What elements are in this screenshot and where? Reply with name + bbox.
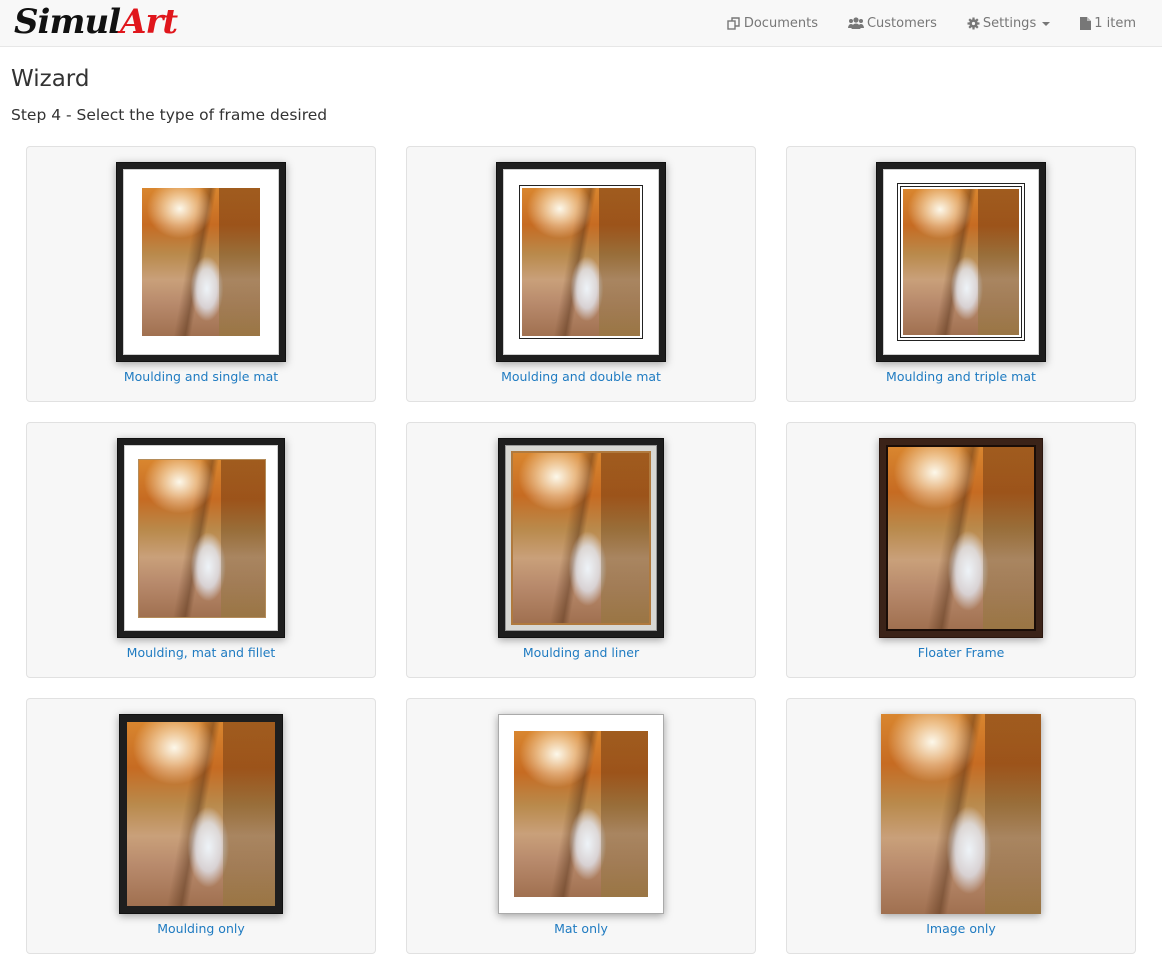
step-title: Step 4 - Select the type of frame desire… bbox=[11, 106, 328, 124]
brand-logo-part2: Art bbox=[120, 2, 178, 42]
photo bbox=[522, 188, 640, 336]
frame-option-triple-mat[interactable]: Moulding and triple mat bbox=[786, 146, 1136, 402]
frame-option-single-mat[interactable]: Moulding and single mat bbox=[26, 146, 376, 402]
nav-documents-label: Documents bbox=[743, 15, 818, 31]
nav-menu: Documents Customers Settings 1 item bbox=[712, 0, 1162, 46]
photo bbox=[513, 453, 649, 623]
photo bbox=[127, 722, 275, 906]
file-icon bbox=[1080, 16, 1092, 30]
frame-option-liner[interactable]: Moulding and liner bbox=[406, 422, 756, 678]
frame-option-label[interactable]: Moulding only bbox=[27, 921, 375, 936]
frame-option-label[interactable]: Floater Frame bbox=[787, 645, 1135, 660]
gear-icon bbox=[967, 17, 980, 29]
photo bbox=[514, 731, 648, 897]
frame-option-mat-only[interactable]: Mat only bbox=[406, 698, 756, 954]
page-title: Wizard bbox=[11, 66, 90, 92]
nav-customers-label: Customers bbox=[866, 15, 937, 31]
brand-logo-part1: Simul bbox=[14, 2, 121, 42]
frame-option-moulding-only[interactable]: Moulding only bbox=[26, 698, 376, 954]
frame-preview bbox=[498, 714, 664, 914]
navbar: SimulArt Documents Customers Settings 1 … bbox=[0, 0, 1162, 47]
frame-option-label[interactable]: Moulding and double mat bbox=[407, 369, 755, 384]
frame-option-label[interactable]: Moulding and liner bbox=[407, 645, 755, 660]
users-icon bbox=[847, 17, 864, 29]
frame-preview bbox=[498, 438, 664, 638]
frame-preview bbox=[876, 162, 1046, 362]
nav-documents[interactable]: Documents bbox=[712, 0, 833, 46]
frame-option-mat-fillet[interactable]: Moulding, mat and fillet bbox=[26, 422, 376, 678]
frame-preview bbox=[119, 714, 283, 914]
frame-option-floater[interactable]: Floater Frame bbox=[786, 422, 1136, 678]
nav-customers[interactable]: Customers bbox=[833, 0, 952, 46]
nav-cart-label: 1 item bbox=[1094, 15, 1136, 31]
frame-preview bbox=[879, 438, 1043, 638]
frame-option-label[interactable]: Moulding and triple mat bbox=[787, 369, 1135, 384]
photo bbox=[142, 188, 260, 336]
frame-option-image-only[interactable]: Image only bbox=[786, 698, 1136, 954]
nav-settings-label: Settings bbox=[982, 15, 1037, 31]
frame-option-label[interactable]: Image only bbox=[787, 921, 1135, 936]
nav-settings[interactable]: Settings bbox=[952, 0, 1065, 46]
frame-option-label[interactable]: Moulding, mat and fillet bbox=[27, 645, 375, 660]
photo bbox=[881, 714, 1041, 914]
photo bbox=[139, 460, 265, 617]
chevron-down-icon bbox=[1042, 22, 1051, 26]
frame-preview bbox=[116, 162, 286, 362]
photo bbox=[903, 189, 1019, 335]
frame-option-label[interactable]: Mat only bbox=[407, 921, 755, 936]
documents-icon bbox=[727, 16, 740, 30]
frame-option-label[interactable]: Moulding and single mat bbox=[27, 369, 375, 384]
brand-logo[interactable]: SimulArt bbox=[14, 1, 178, 43]
frame-preview bbox=[117, 438, 285, 638]
frame-preview bbox=[496, 162, 666, 362]
frame-preview bbox=[881, 714, 1041, 914]
photo bbox=[888, 447, 1034, 629]
frame-option-double-mat[interactable]: Moulding and double mat bbox=[406, 146, 756, 402]
nav-cart[interactable]: 1 item bbox=[1065, 0, 1162, 46]
